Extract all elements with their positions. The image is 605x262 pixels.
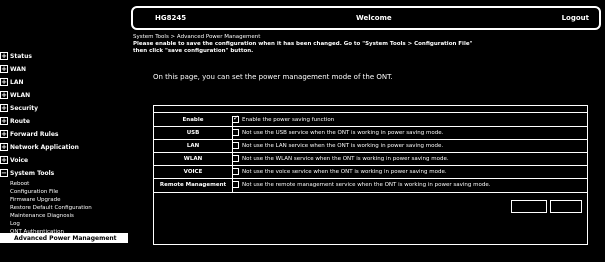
table-divider <box>154 126 588 127</box>
table-divider <box>154 139 588 140</box>
row-description: Not use the remote management service wh… <box>242 181 491 188</box>
voice-checkbox[interactable] <box>232 168 239 175</box>
welcome-title: Welcome <box>356 14 392 22</box>
main-content: System Tools > Advanced Power Management… <box>133 33 603 262</box>
sidebar: + Status + WAN + LAN + WLAN + Security +… <box>0 30 128 262</box>
remote-management-checkbox[interactable] <box>232 181 239 188</box>
power-management-panel: Enable Enable the power saving function … <box>153 105 588 245</box>
save-notice: Please enable to save the configuration … <box>133 41 473 54</box>
page-intro: On this page, you can set the power mana… <box>153 73 393 81</box>
sidebar-item-label: LAN <box>10 78 24 86</box>
table-row-voice: VOICE Not use the voice service when the… <box>154 167 588 176</box>
table-row-enable: Enable Enable the power saving function <box>154 114 588 124</box>
expand-icon: + <box>0 130 8 138</box>
enable-checkbox[interactable] <box>232 114 239 123</box>
expand-icon: + <box>0 104 8 112</box>
sidebar-item-lan[interactable]: + LAN <box>0 78 24 86</box>
sidebar-item-label: WLAN <box>10 91 31 99</box>
row-label: Remote Management <box>159 181 227 188</box>
expand-icon: + <box>0 65 8 73</box>
sidebar-subitem-restore-default[interactable]: Restore Default Configuration <box>10 205 92 211</box>
breadcrumb: System Tools > Advanced Power Management <box>133 34 261 40</box>
row-label: USB <box>186 129 200 136</box>
row-description: Not use the USB service when the ONT is … <box>242 129 444 136</box>
sidebar-item-label: Security <box>10 104 39 112</box>
expand-icon: + <box>0 52 8 60</box>
wlan-checkbox[interactable] <box>232 155 239 162</box>
device-model: HG8245 <box>155 14 187 22</box>
logout-link[interactable]: Logout <box>562 14 589 22</box>
sidebar-item-label: Forward Rules <box>10 130 59 138</box>
sidebar-item-label: System Tools <box>10 169 55 177</box>
sidebar-item-label: Voice <box>10 156 29 164</box>
row-description: Enable the power saving function <box>242 116 335 123</box>
usb-checkbox[interactable] <box>232 129 239 136</box>
sidebar-item-route[interactable]: + Route <box>0 117 30 125</box>
table-row-remote-management: Remote Management Not use the remote man… <box>154 180 588 189</box>
row-label: Enable <box>182 116 204 123</box>
row-label: VOICE <box>183 168 203 175</box>
table-divider <box>154 165 588 166</box>
table-divider <box>154 178 588 179</box>
sidebar-item-system-tools[interactable]: − System Tools <box>0 169 54 177</box>
sidebar-subitem-maintenance[interactable]: Maintenance Diagnosis <box>10 213 74 219</box>
sidebar-item-label: Network Application <box>10 143 79 151</box>
expand-icon: + <box>0 143 8 151</box>
collapse-icon: − <box>0 169 8 177</box>
table-divider <box>154 152 588 153</box>
row-description: Not use the voice service when the ONT i… <box>242 168 447 175</box>
sidebar-item-wan[interactable]: + WAN <box>0 65 26 73</box>
sidebar-item-network-application[interactable]: + Network Application <box>0 143 79 151</box>
table-row-lan: LAN Not use the LAN service when the ONT… <box>154 141 588 150</box>
sidebar-item-wlan[interactable]: + WLAN <box>0 91 30 99</box>
sidebar-subitem-configuration-file[interactable]: Configuration File <box>10 189 58 195</box>
expand-icon: + <box>0 78 8 86</box>
expand-icon: + <box>0 117 8 125</box>
row-description: Not use the WLAN service when the ONT is… <box>242 155 449 162</box>
sidebar-item-status[interactable]: + Status <box>0 52 32 60</box>
sidebar-subitem-advanced-power-management[interactable]: Advanced Power Management <box>0 233 128 243</box>
sidebar-item-security[interactable]: + Security <box>0 104 38 112</box>
sidebar-item-label: Status <box>10 52 32 60</box>
table-divider <box>154 192 588 193</box>
sidebar-item-voice[interactable]: + Voice <box>0 156 28 164</box>
sidebar-subitem-log[interactable]: Log <box>10 221 20 227</box>
header-bar: HG8245 Welcome Logout <box>131 6 601 30</box>
sidebar-item-label: WAN <box>10 65 27 73</box>
expand-icon: + <box>0 91 8 99</box>
table-row-wlan: WLAN Not use the WLAN service when the O… <box>154 154 588 163</box>
expand-icon: + <box>0 156 8 164</box>
cancel-button[interactable] <box>550 200 582 213</box>
sidebar-subitem-firmware-upgrade[interactable]: Firmware Upgrade <box>10 197 60 203</box>
sidebar-item-label: Route <box>10 117 30 125</box>
sidebar-subitem-reboot[interactable]: Reboot <box>10 181 29 187</box>
row-label: LAN <box>186 142 200 149</box>
table-divider <box>154 112 588 113</box>
row-label: WLAN <box>183 155 203 162</box>
sidebar-item-forward-rules[interactable]: + Forward Rules <box>0 130 58 138</box>
row-description: Not use the LAN service when the ONT is … <box>242 142 444 149</box>
lan-checkbox[interactable] <box>232 142 239 149</box>
apply-button[interactable] <box>511 200 547 213</box>
table-row-usb: USB Not use the USB service when the ONT… <box>154 128 588 137</box>
